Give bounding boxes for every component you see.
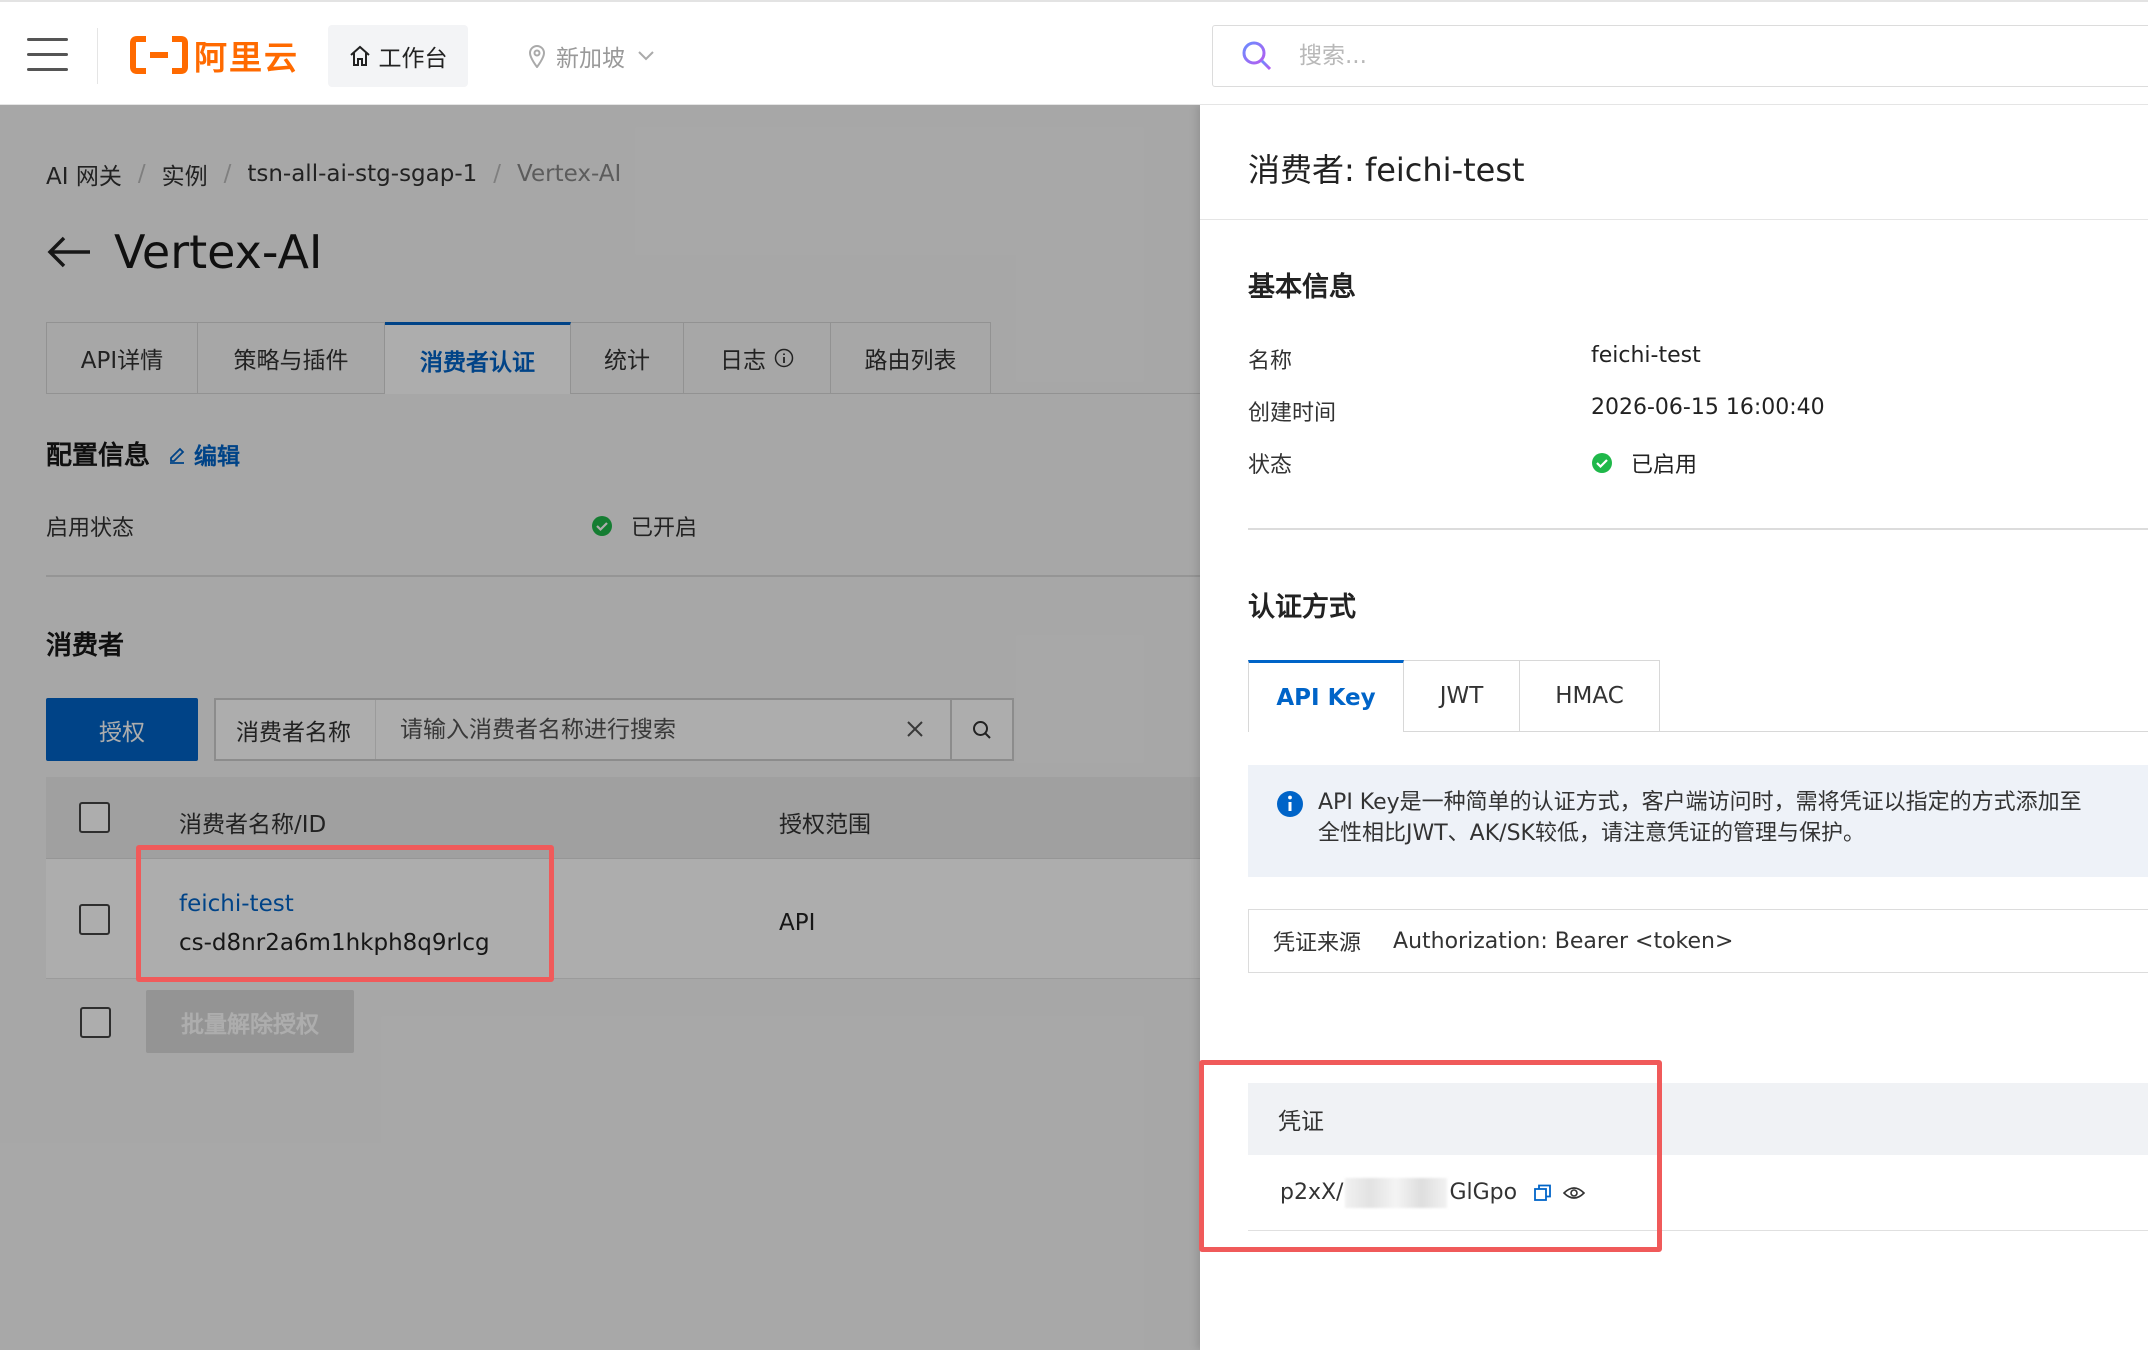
tab-jwt[interactable]: JWT xyxy=(1404,660,1520,732)
tabs-baseline xyxy=(1612,731,2148,732)
aliyun-logo-icon xyxy=(130,36,188,74)
credential-source-value: Authorization: Bearer <token> xyxy=(1393,928,1734,954)
api-key-notice: API Key是一种简单的认证方式，客户端访问时，需将凭证以指定的方式添加至 全… xyxy=(1248,765,2148,877)
eye-icon[interactable] xyxy=(1563,1185,1586,1201)
tab-label: API Key xyxy=(1276,684,1376,711)
tab-api-key[interactable]: API Key xyxy=(1248,660,1404,732)
tab-hmac[interactable]: HMAC xyxy=(1520,660,1660,732)
tab-label: JWT xyxy=(1439,683,1484,709)
copy-icon[interactable] xyxy=(1533,1183,1553,1203)
notice-line-1: API Key是一种简单的认证方式，客户端访问时，需将凭证以指定的方式添加至 xyxy=(1318,790,2082,815)
divider xyxy=(1200,219,2148,220)
credential-suffix: GlGpo xyxy=(1449,1180,1518,1205)
location-pin-icon xyxy=(528,45,546,68)
chevron-down-icon xyxy=(638,51,654,61)
field-label-name: 名称 xyxy=(1248,349,1293,374)
global-search[interactable] xyxy=(1212,25,2148,87)
basic-info-heading: 基本信息 xyxy=(1248,272,1356,303)
aliyun-logo[interactable]: 阿里云 xyxy=(130,35,299,77)
credential-redacted xyxy=(1345,1177,1448,1208)
field-label-created: 创建时间 xyxy=(1248,401,1337,426)
region-label: 新加坡 xyxy=(556,46,625,72)
field-value-name: feichi-test xyxy=(1591,343,1701,368)
search-icon xyxy=(1242,41,1272,71)
modal-overlay[interactable] xyxy=(0,105,1200,1350)
top-navigation-bar: 阿里云 工作台 新加坡 xyxy=(0,0,2148,105)
credential-source-label: 凭证来源 xyxy=(1273,931,1362,956)
notice-line-2: 全性相比JWT、AK/SK较低，请注意凭证的管理与保护。 xyxy=(1318,821,1865,846)
check-circle-icon xyxy=(1592,453,1612,473)
field-value-created: 2026-06-15 16:00:40 xyxy=(1591,395,1825,420)
drawer-title: 消费者: feichi-test xyxy=(1248,151,1525,189)
credential-row: p2xX/ GlGpo xyxy=(1248,1155,2148,1231)
region-selector[interactable]: 新加坡 xyxy=(528,38,655,74)
workbench-button[interactable]: 工作台 xyxy=(328,25,468,87)
credential-header: 凭证 xyxy=(1248,1083,2148,1155)
status-text: 已启用 xyxy=(1631,453,1698,478)
menu-icon[interactable] xyxy=(27,38,68,72)
workbench-label: 工作台 xyxy=(378,46,448,72)
field-label-status: 状态 xyxy=(1248,453,1293,478)
tab-label: HMAC xyxy=(1555,683,1624,709)
consumer-detail-drawer: 消费者: feichi-test 基本信息 名称 feichi-test 创建时… xyxy=(1200,105,2148,1350)
credential-prefix: p2xX/ xyxy=(1280,1180,1344,1205)
search-input[interactable] xyxy=(1299,43,1999,69)
auth-method-tabs: API Key JWT HMAC xyxy=(1248,660,1660,732)
info-icon xyxy=(1277,791,1303,817)
credential-source: 凭证来源 Authorization: Bearer <token> xyxy=(1248,909,2148,973)
field-value-status: 已启用 xyxy=(1591,447,1697,479)
divider xyxy=(1248,528,2148,530)
home-icon xyxy=(349,45,370,66)
logo-text: 阿里云 xyxy=(194,38,299,77)
auth-method-heading: 认证方式 xyxy=(1248,592,1356,623)
divider xyxy=(97,28,98,84)
